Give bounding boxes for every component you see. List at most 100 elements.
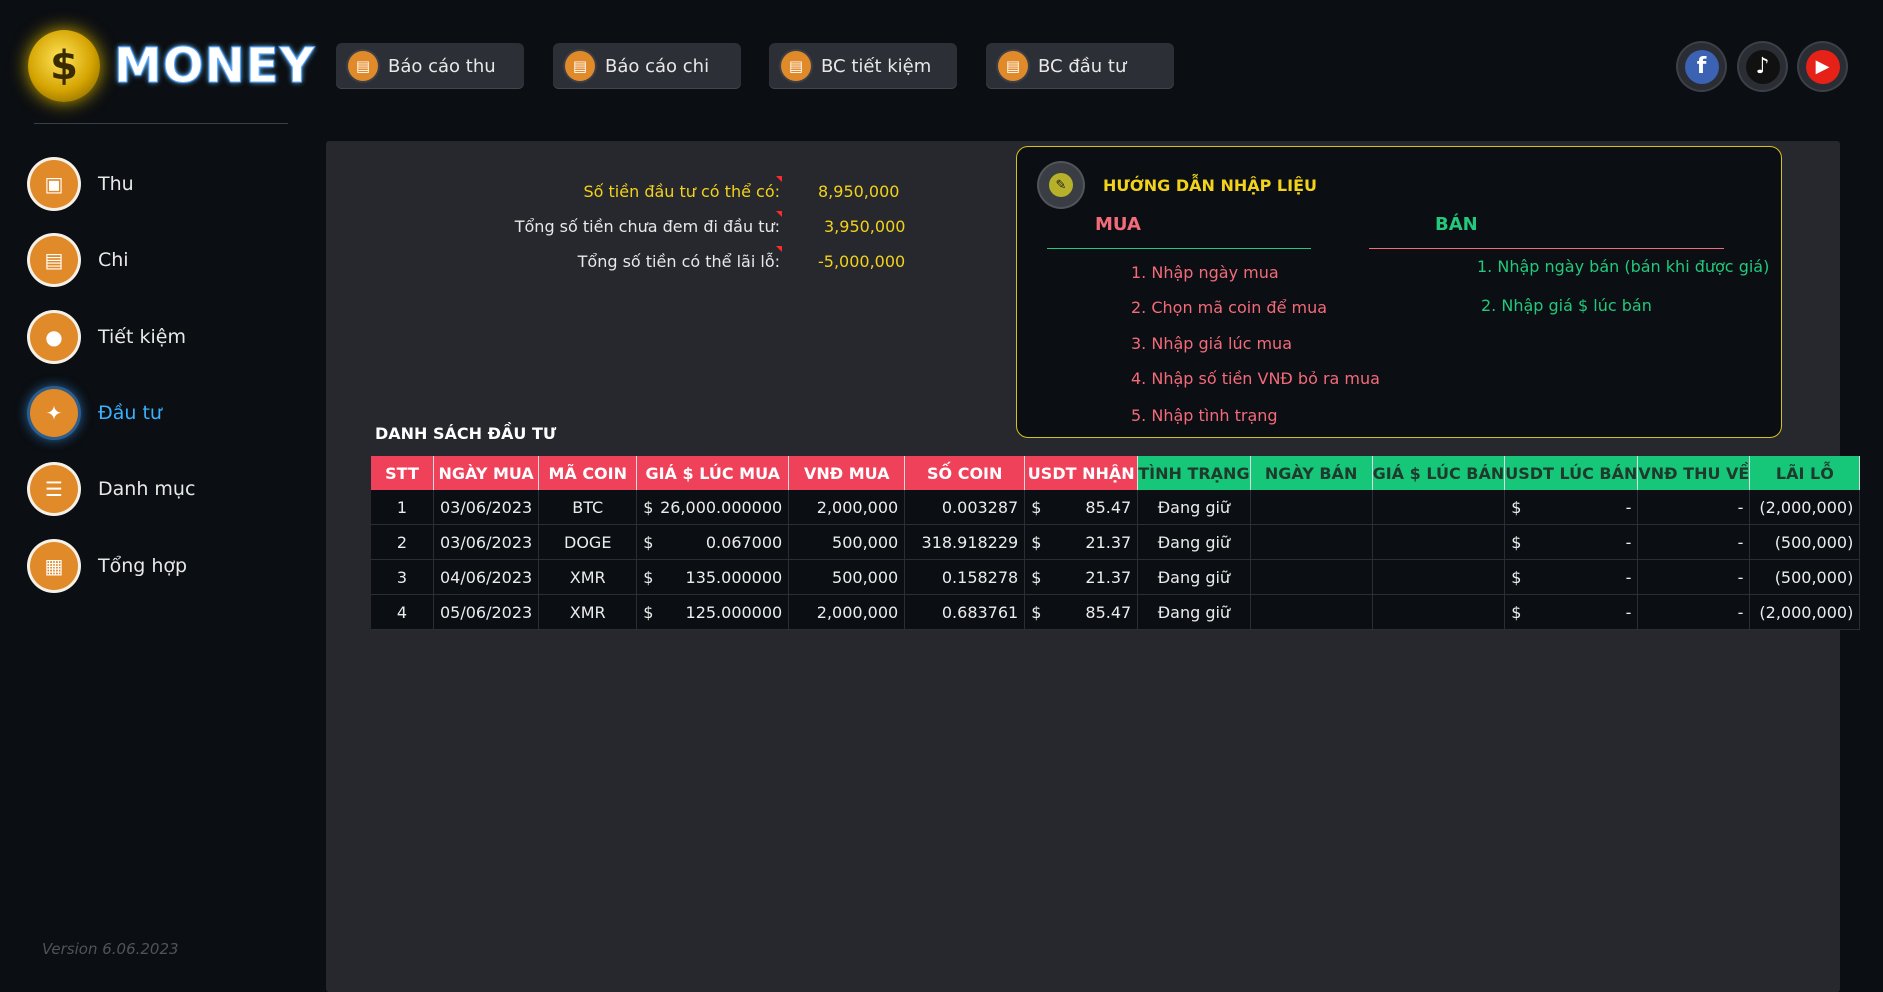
- version-label: Version 6.06.2023: [42, 940, 179, 958]
- cell-vnd-back[interactable]: -: [1637, 524, 1751, 560]
- summary-row: Tổng số tiền có thể lãi lỗ:: [400, 252, 780, 276]
- cell-usdt[interactable]: $85.47: [1024, 594, 1139, 630]
- guide-buy-step: 5. Nhập tình trạng: [1131, 406, 1278, 425]
- app-logo: $ MONEY: [28, 30, 315, 102]
- cell-status[interactable]: Đang giữ: [1137, 490, 1251, 525]
- input-guide-panel: ✎ HƯỚNG DẪN NHẬP LIỆU MUA BÁN 1. Nhập ng…: [1016, 146, 1782, 438]
- sidebar-item-dau-tu[interactable]: ✦ Đầu tư: [30, 389, 162, 437]
- cell-coin-qty[interactable]: 0.003287: [904, 490, 1026, 525]
- currency-symbol: $: [1511, 497, 1522, 517]
- clipboard-icon: ☰: [30, 465, 78, 513]
- cell-usdt[interactable]: $85.47: [1024, 490, 1139, 525]
- cell-pnl[interactable]: (2,000,000): [1749, 594, 1861, 630]
- cell-buy-date[interactable]: 03/06/2023: [433, 490, 540, 525]
- table-row: 1 03/06/2023 BTC $26,000.000000 2,000,00…: [371, 490, 1861, 525]
- dollar-coin-icon: $: [28, 30, 100, 102]
- cell-stt[interactable]: 3: [371, 559, 434, 595]
- cell-usdt-sell[interactable]: $ -: [1504, 594, 1639, 630]
- cell-vnd-back[interactable]: -: [1637, 490, 1751, 525]
- cell-value: 125.000000: [685, 602, 783, 622]
- cell-coin[interactable]: DOGE: [538, 524, 638, 560]
- sidebar-item-thu[interactable]: ▣ Thu: [30, 160, 134, 208]
- cell-vnd-back[interactable]: -: [1637, 559, 1751, 595]
- tiktok-icon: ♪: [1745, 49, 1780, 84]
- report-savings-button[interactable]: ▤ BC tiết kiệm: [769, 43, 957, 89]
- tiktok-button[interactable]: ♪: [1739, 43, 1786, 90]
- cell-value: -: [1625, 602, 1632, 622]
- cell-stt[interactable]: 2: [371, 524, 434, 560]
- cell-coin-qty[interactable]: 0.683761: [904, 594, 1026, 630]
- cell-coin-qty[interactable]: 318.918229: [904, 524, 1026, 560]
- cell-vnd-buy[interactable]: 500,000: [788, 524, 906, 560]
- cell-sell-date[interactable]: [1250, 594, 1373, 630]
- cell-usdt[interactable]: $21.37: [1024, 559, 1139, 595]
- cell-status[interactable]: Đang giữ: [1137, 559, 1251, 595]
- summary-label: Tổng số tiền có thể lãi lỗ:: [577, 252, 780, 271]
- facebook-button[interactable]: f: [1678, 43, 1725, 90]
- cell-sell-date[interactable]: [1250, 559, 1373, 595]
- cell-sell-price[interactable]: [1372, 490, 1506, 525]
- cell-buy-date[interactable]: 03/06/2023: [433, 524, 540, 560]
- guide-buy-step: 3. Nhập giá lúc mua: [1131, 334, 1292, 353]
- cell-usdt-sell[interactable]: $ -: [1504, 490, 1639, 525]
- report-investment-button[interactable]: ▤ BC đầu tư: [986, 43, 1174, 89]
- cell-value: 21.37: [1085, 532, 1132, 552]
- report-savings-label: BC tiết kiệm: [821, 55, 932, 77]
- cell-buy-date[interactable]: 04/06/2023: [433, 559, 540, 595]
- column-header: VNĐ THU VỀ: [1637, 456, 1751, 490]
- cell-pnl[interactable]: (500,000): [1749, 524, 1861, 560]
- guide-buy-step: 2. Chọn mã coin để mua: [1131, 298, 1328, 317]
- cell-sell-date[interactable]: [1250, 490, 1373, 525]
- column-header: LÃI LỖ: [1749, 456, 1861, 490]
- cell-buy-date[interactable]: 05/06/2023: [433, 594, 540, 630]
- cell-coin-qty[interactable]: 0.158278: [904, 559, 1026, 595]
- cell-coin[interactable]: XMR: [538, 559, 638, 595]
- table-row: 2 03/06/2023 DOGE $0.067000 500,000 318.…: [371, 524, 1861, 560]
- cell-buy-price[interactable]: $135.000000: [636, 559, 790, 595]
- cell-sell-date[interactable]: [1250, 524, 1373, 560]
- sidebar-item-tong-hop[interactable]: ▦ Tổng hợp: [30, 542, 187, 590]
- summary-row: Tổng số tiền chưa đem đi đầu tư:: [400, 217, 780, 241]
- report-expense-button[interactable]: ▤ Báo cáo chi: [553, 43, 741, 89]
- currency-symbol: $: [1031, 602, 1042, 622]
- cell-vnd-buy[interactable]: 2,000,000: [788, 594, 906, 630]
- column-header: SỐ COIN: [904, 456, 1026, 490]
- cell-stt[interactable]: 1: [371, 490, 434, 525]
- cell-sell-price[interactable]: [1372, 524, 1506, 560]
- cell-vnd-buy[interactable]: 500,000: [788, 559, 906, 595]
- cell-coin[interactable]: XMR: [538, 594, 638, 630]
- column-header: NGÀY MUA: [433, 456, 540, 490]
- cell-pnl[interactable]: (500,000): [1749, 559, 1861, 595]
- cell-usdt-sell[interactable]: $ -: [1504, 559, 1639, 595]
- cell-pnl[interactable]: (2,000,000): [1749, 490, 1861, 525]
- cell-usdt-sell[interactable]: $ -: [1504, 524, 1639, 560]
- report-income-button[interactable]: ▤ Báo cáo thu: [336, 43, 524, 89]
- cell-sell-price[interactable]: [1372, 594, 1506, 630]
- youtube-button[interactable]: ▶: [1799, 43, 1846, 90]
- summary-label: Số tiền đầu tư có thể có:: [583, 182, 781, 201]
- cell-buy-price[interactable]: $26,000.000000: [636, 490, 790, 525]
- guide-sell-title: BÁN: [1435, 214, 1478, 235]
- cell-vnd-buy[interactable]: 2,000,000: [788, 490, 906, 525]
- comment-marker: [776, 176, 782, 182]
- currency-symbol: $: [1031, 532, 1042, 552]
- table-header-row: STT NGÀY MUA MÃ COIN GIÁ $ LÚC MUA VNĐ M…: [371, 456, 1861, 490]
- sidebar-item-danh-muc[interactable]: ☰ Danh mục: [30, 465, 195, 513]
- cell-status[interactable]: Đang giữ: [1137, 594, 1251, 630]
- column-header: VNĐ MUA: [788, 456, 906, 490]
- cell-usdt[interactable]: $21.37: [1024, 524, 1139, 560]
- currency-symbol: $: [1511, 567, 1522, 587]
- sidebar-item-chi[interactable]: ▤ Chi: [30, 236, 129, 284]
- column-header: USDT NHẬN: [1024, 456, 1139, 490]
- sidebar-item-label: Đầu tư: [98, 402, 162, 424]
- cell-buy-price[interactable]: $125.000000: [636, 594, 790, 630]
- cell-sell-price[interactable]: [1372, 559, 1506, 595]
- cell-coin[interactable]: BTC: [538, 490, 638, 525]
- cell-stt[interactable]: 4: [371, 594, 434, 630]
- sidebar-item-tiet-kiem[interactable]: ● Tiết kiệm: [30, 313, 186, 361]
- cell-status[interactable]: Đang giữ: [1137, 524, 1251, 560]
- cell-buy-price[interactable]: $0.067000: [636, 524, 790, 560]
- report-icon: ▤: [565, 51, 595, 81]
- cell-vnd-back[interactable]: -: [1637, 594, 1751, 630]
- investment-list-title: DANH SÁCH ĐẦU TƯ: [375, 424, 557, 443]
